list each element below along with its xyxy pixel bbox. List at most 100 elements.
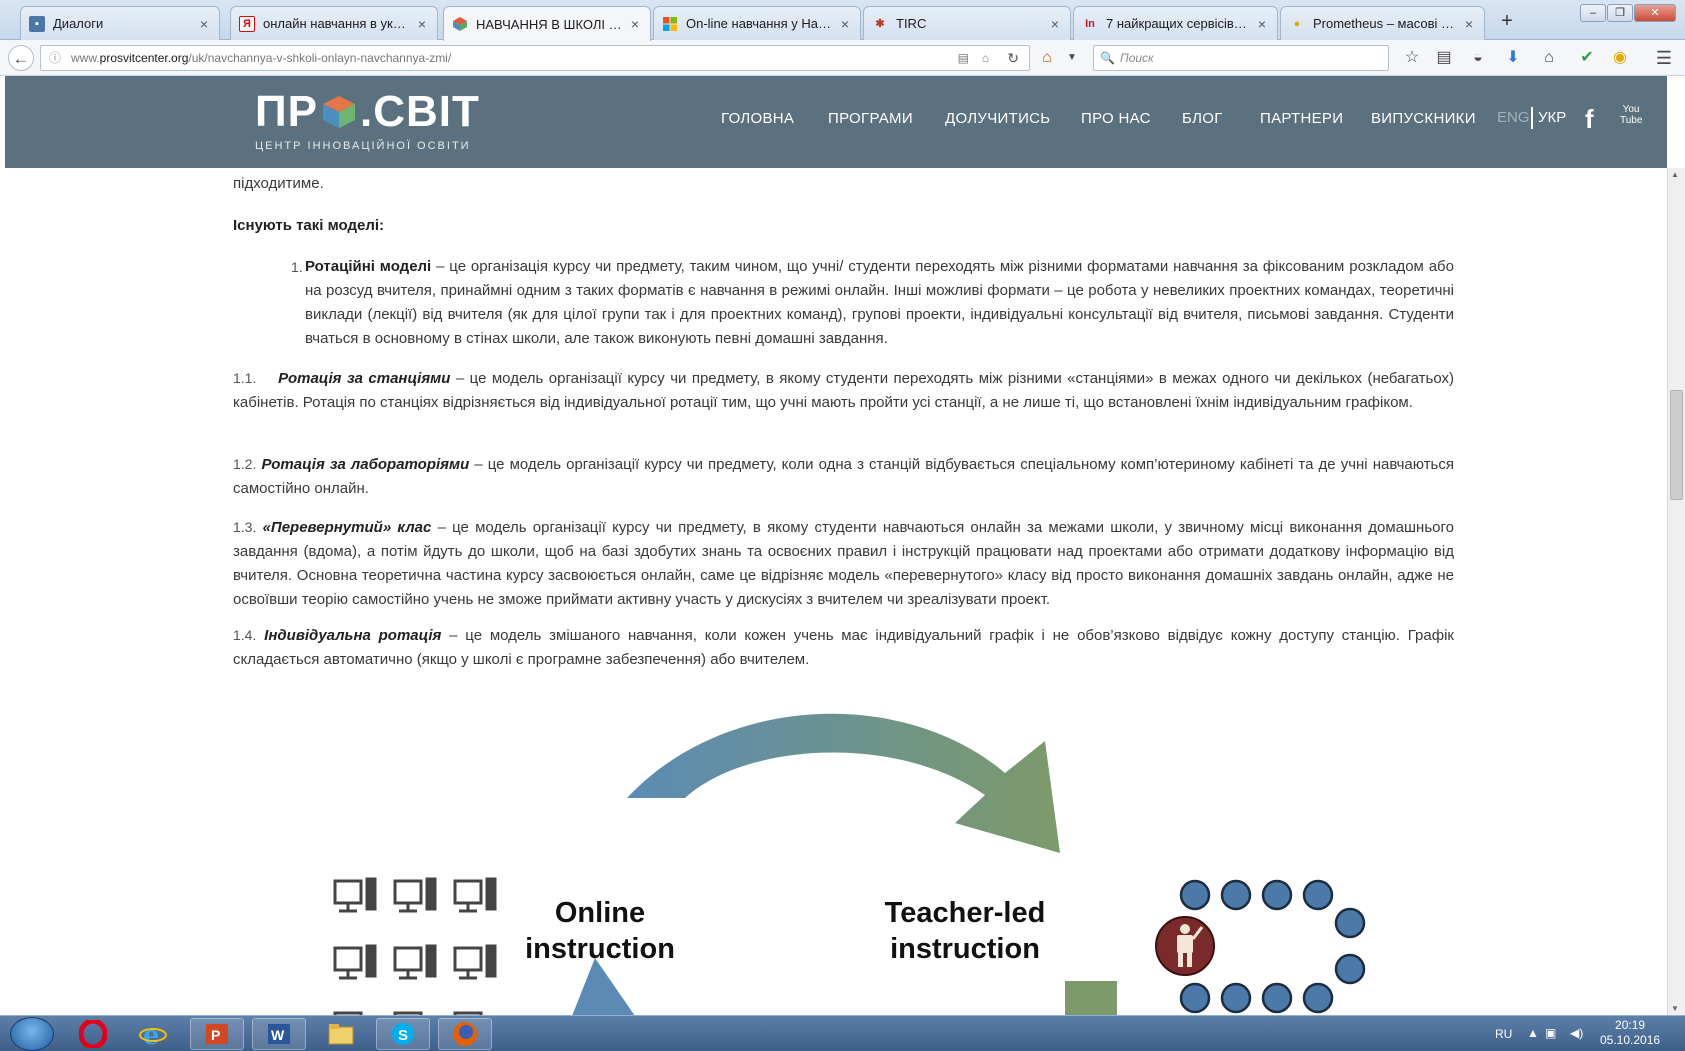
info-icon[interactable]: ⓘ — [49, 46, 61, 70]
url-prefix: www. — [71, 51, 100, 65]
url-bar[interactable]: ⓘ www.prosvitcenter.org/uk/navchannya-v-… — [40, 45, 1030, 71]
maximize-button[interactable]: ❐ — [1607, 4, 1633, 22]
windows-taskbar: e P W S RU ▲ ▣ ◀) 20:19 05.10.2016 — [0, 1015, 1685, 1051]
bookmarks-list-icon[interactable]: ▤ — [1432, 46, 1456, 70]
nav-programs[interactable]: ПРОГРАМИ — [828, 110, 913, 127]
term: Індивідуальна ротація — [264, 627, 442, 644]
clock-time: 20:19 — [1615, 1018, 1646, 1032]
download-icon[interactable]: ⬇ — [1501, 46, 1525, 70]
new-tab-button[interactable]: + — [1495, 10, 1519, 34]
nav-partners[interactable]: ПАРТНЕРИ — [1260, 110, 1343, 127]
nav-about[interactable]: ПРО НАС — [1081, 110, 1151, 127]
list-item-lab-rotation: 1.2. Ротація за лабораторіями – це модел… — [233, 452, 1454, 501]
tab-dialogi[interactable]: ▪ Диалоги × — [20, 6, 220, 40]
models-heading: Існують такі моделі: — [233, 217, 385, 234]
microsoft-icon — [662, 16, 678, 32]
powerpoint-icon[interactable]: P — [190, 1018, 244, 1050]
system-clock[interactable]: 20:19 05.10.2016 — [1600, 1018, 1660, 1048]
close-icon[interactable]: × — [1048, 16, 1062, 32]
explorer-icon[interactable] — [314, 1018, 368, 1050]
lang-ukr[interactable]: УКР — [1538, 109, 1566, 126]
tab-servisy[interactable]: In 7 найкращих сервісів для ... × — [1073, 6, 1278, 40]
opera-icon[interactable] — [66, 1018, 120, 1050]
tab-title: НАВЧАННЯ В ШКОЛІ + О... — [476, 16, 622, 32]
input-language[interactable]: RU — [1495, 1027, 1512, 1041]
intro-tail: підходитиме. — [233, 175, 324, 192]
tab-title: 7 найкращих сервісів для ... — [1106, 16, 1249, 31]
list-number: 1.2. — [233, 456, 257, 472]
pocket-icon[interactable]: ◒ — [1466, 46, 1490, 70]
yandex-icon: Я — [239, 15, 255, 32]
close-icon[interactable]: × — [415, 16, 429, 32]
tab-online-navchannya[interactable]: On-line навчання у Навча... × — [653, 6, 861, 40]
teacher-icon — [1155, 916, 1215, 976]
list-number: 1.1. — [233, 370, 257, 386]
bookmark-star-icon[interactable]: ☆ — [1400, 46, 1424, 70]
search-icon: 🔍 — [1100, 51, 1115, 65]
menu-icon[interactable]: ☰ — [1652, 46, 1676, 70]
tab-tirc[interactable]: ✱ TIRC × — [863, 6, 1071, 40]
list-item-rotation-models: 1. Ротаційні моделі – це організація кур… — [291, 255, 1454, 351]
ie-icon[interactable]: e — [126, 1018, 180, 1050]
cycle-arrow-top — [627, 713, 1060, 853]
close-icon[interactable]: × — [1462, 16, 1476, 32]
scroll-down-arrow-icon[interactable]: ▼ — [1671, 1004, 1679, 1013]
close-icon[interactable]: × — [1255, 16, 1269, 32]
nav-blog[interactable]: БЛОГ — [1182, 110, 1223, 127]
tab-title: онлайн навчання в україн... — [263, 16, 409, 31]
vertical-scrollbar[interactable]: ▲ ▼ — [1667, 168, 1685, 1015]
facebook-icon[interactable]: f — [1585, 104, 1594, 135]
cycle-arrow-bottom-right — [1065, 981, 1117, 1015]
start-button[interactable] — [10, 1017, 54, 1051]
rotation-diagram-graphic — [333, 713, 1366, 1015]
search-input[interactable]: 🔍 Поиск — [1093, 45, 1389, 71]
close-icon[interactable]: × — [838, 16, 852, 32]
site-logo[interactable]: ПР .СВІТ ЦЕНТР ІННОВАЦІЙНОЇ ОСВІТИ — [255, 90, 480, 153]
back-arrow-icon[interactable]: ← — [8, 45, 34, 71]
tab-yandex[interactable]: Я онлайн навчання в україн... × — [230, 6, 438, 40]
list-number: 1. — [291, 259, 303, 275]
label-online-instruction: Online instruction — [525, 897, 675, 965]
firefox-icon[interactable] — [438, 1018, 492, 1050]
tab-title: On-line навчання у Навча... — [686, 16, 832, 31]
list-item-individual-rotation: 1.4. Індивідуальна ротація – це модель з… — [233, 623, 1454, 672]
tab-bar: ▪ Диалоги × Я онлайн навчання в україн..… — [0, 0, 1685, 41]
close-icon[interactable]: × — [197, 16, 211, 32]
home-button-icon[interactable]: ⌂ — [1537, 46, 1561, 70]
rotation-diagram: Online instruction Teacher-led instruction — [305, 713, 1405, 1015]
dropdown-icon[interactable]: ▼ — [1060, 46, 1084, 70]
minimize-button[interactable]: – — [1580, 4, 1606, 22]
page-content: підходитиме. Існують такі моделі: 1. Рот… — [5, 168, 1667, 1015]
network-icon[interactable]: ▣ — [1545, 1026, 1556, 1040]
term: «Перевернутий» клас — [262, 519, 432, 536]
scroll-thumb[interactable] — [1670, 390, 1683, 500]
home-icon[interactable]: ⌂ — [1035, 46, 1059, 70]
logo-cube-icon — [321, 94, 357, 130]
svg-text:P: P — [211, 1027, 220, 1043]
url-path: /uk/navchannya-v-shkoli-onlayn-navchanny… — [188, 51, 452, 65]
volume-icon[interactable]: ◀) — [1570, 1026, 1583, 1040]
logo-subtitle: ЦЕНТР ІННОВАЦІЙНОЇ ОСВІТИ — [255, 140, 471, 152]
clock-date: 05.10.2016 — [1600, 1033, 1661, 1047]
reload-icon[interactable]: ↻ — [1007, 46, 1019, 70]
tray-expand-icon[interactable]: ▲ — [1527, 1026, 1539, 1040]
close-window-button[interactable]: ✕ — [1634, 4, 1676, 22]
extension-icon[interactable]: ◉ — [1608, 46, 1632, 70]
tab-prosvit[interactable]: НАВЧАННЯ В ШКОЛІ + О... × — [443, 6, 651, 41]
word-icon[interactable]: W — [252, 1018, 306, 1050]
svg-text:S: S — [398, 1027, 408, 1044]
tab-title: Диалоги — [53, 16, 104, 31]
close-icon[interactable]: × — [628, 16, 642, 32]
nav-join[interactable]: ДОЛУЧИТИСЬ — [945, 110, 1050, 127]
shield-icon[interactable]: ✔ — [1575, 46, 1599, 70]
youtube-icon[interactable]: You Tube — [1620, 104, 1642, 126]
lang-eng[interactable]: ENG — [1497, 109, 1530, 126]
home-alt-icon[interactable]: ⌂ — [982, 46, 989, 70]
skype-icon[interactable]: S — [376, 1018, 430, 1050]
scroll-up-arrow-icon[interactable]: ▲ — [1671, 170, 1679, 179]
nav-alumni[interactable]: ВИПУСКНИКИ — [1371, 110, 1476, 127]
reader-icon[interactable]: ▤ — [958, 46, 969, 70]
svg-text:e: e — [143, 1021, 160, 1048]
nav-home[interactable]: ГОЛОВНА — [721, 110, 794, 127]
tab-prometheus[interactable]: ● Prometheus – масові безк... × — [1280, 6, 1485, 40]
